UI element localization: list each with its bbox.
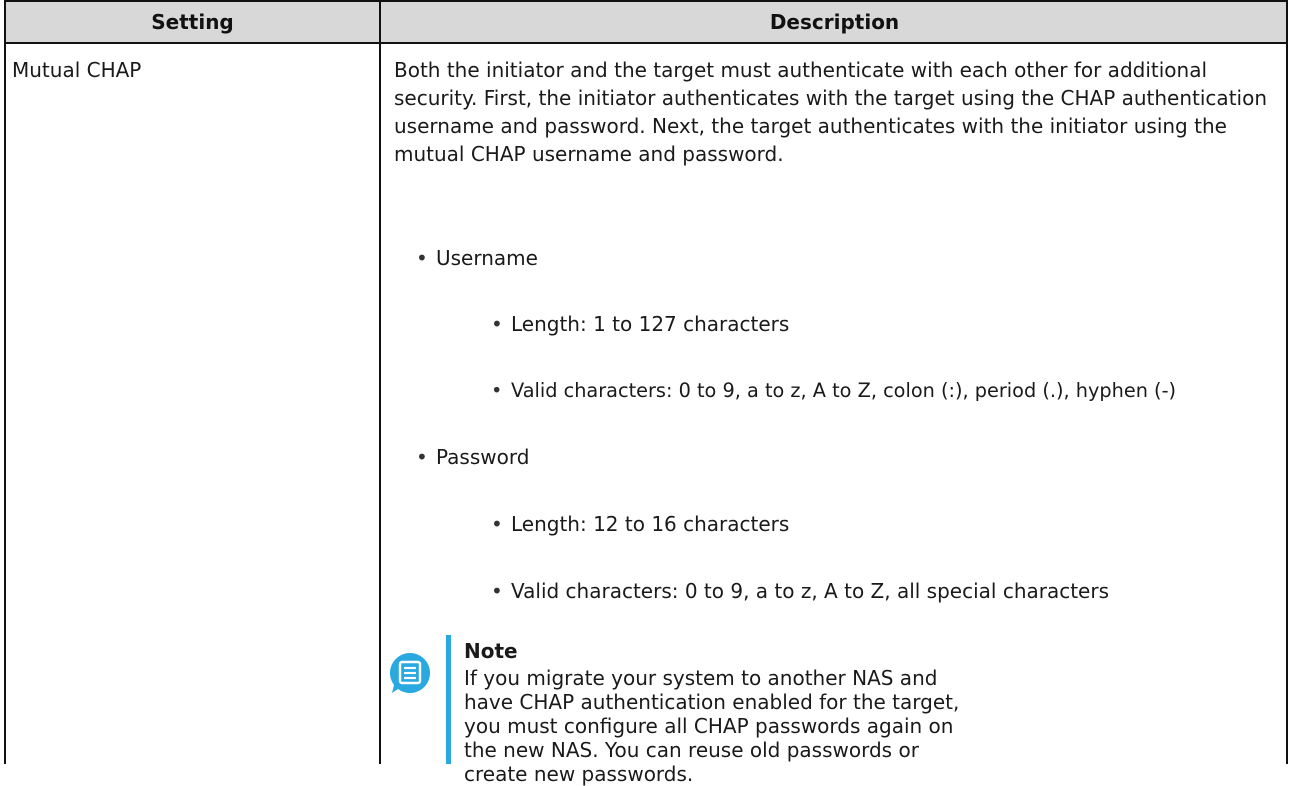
bullet-dot: •: [416, 246, 428, 270]
password-label: Password: [436, 445, 530, 469]
note-accent-bar: [446, 635, 451, 764]
note-icon: [390, 653, 430, 693]
list-item-username: • Username: [416, 244, 538, 272]
bullet-dot: •: [491, 379, 503, 402]
bullet-dot: •: [491, 512, 503, 536]
header-setting: Setting: [151, 10, 234, 34]
setting-name: Mutual CHAP: [12, 58, 142, 82]
list-item-password-length: • Length: 12 to 16 characters: [491, 510, 789, 538]
header-description: Description: [769, 10, 900, 34]
bullet-dot: •: [416, 445, 428, 469]
password-length: Length: 12 to 16 characters: [511, 512, 790, 536]
list-item-username-length: • Length: 1 to 127 characters: [491, 310, 789, 338]
note-callout: Note If you migrate your system to anoth…: [389, 635, 1189, 786]
username-label: Username: [436, 246, 538, 270]
note-title: Note: [464, 639, 518, 663]
username-valid-chars: Valid characters: 0 to 9, a to z, A to Z…: [511, 379, 1177, 402]
bullet-dot: •: [491, 579, 503, 603]
description-cell: Both the initiator and the target must a…: [394, 56, 1284, 168]
settings-table: Setting Description Mutual CHAP Both the…: [4, 0, 1290, 786]
description-intro: Both the initiator and the target must a…: [394, 58, 1267, 166]
username-length: Length: 1 to 127 characters: [511, 312, 790, 336]
password-valid-chars: Valid characters: 0 to 9, a to z, A to Z…: [511, 579, 1110, 603]
list-item-password-valid: • Valid characters: 0 to 9, a to z, A to …: [491, 577, 1109, 605]
column-divider: [379, 42, 381, 764]
bullet-dot: •: [491, 312, 503, 336]
list-item-username-valid: • Valid characters: 0 to 9, a to z, A to …: [491, 377, 1176, 405]
note-text: If you migrate your system to another NA…: [464, 666, 960, 786]
list-item-password: • Password: [416, 443, 529, 471]
table-header-row: Setting Description: [4, 0, 1288, 44]
